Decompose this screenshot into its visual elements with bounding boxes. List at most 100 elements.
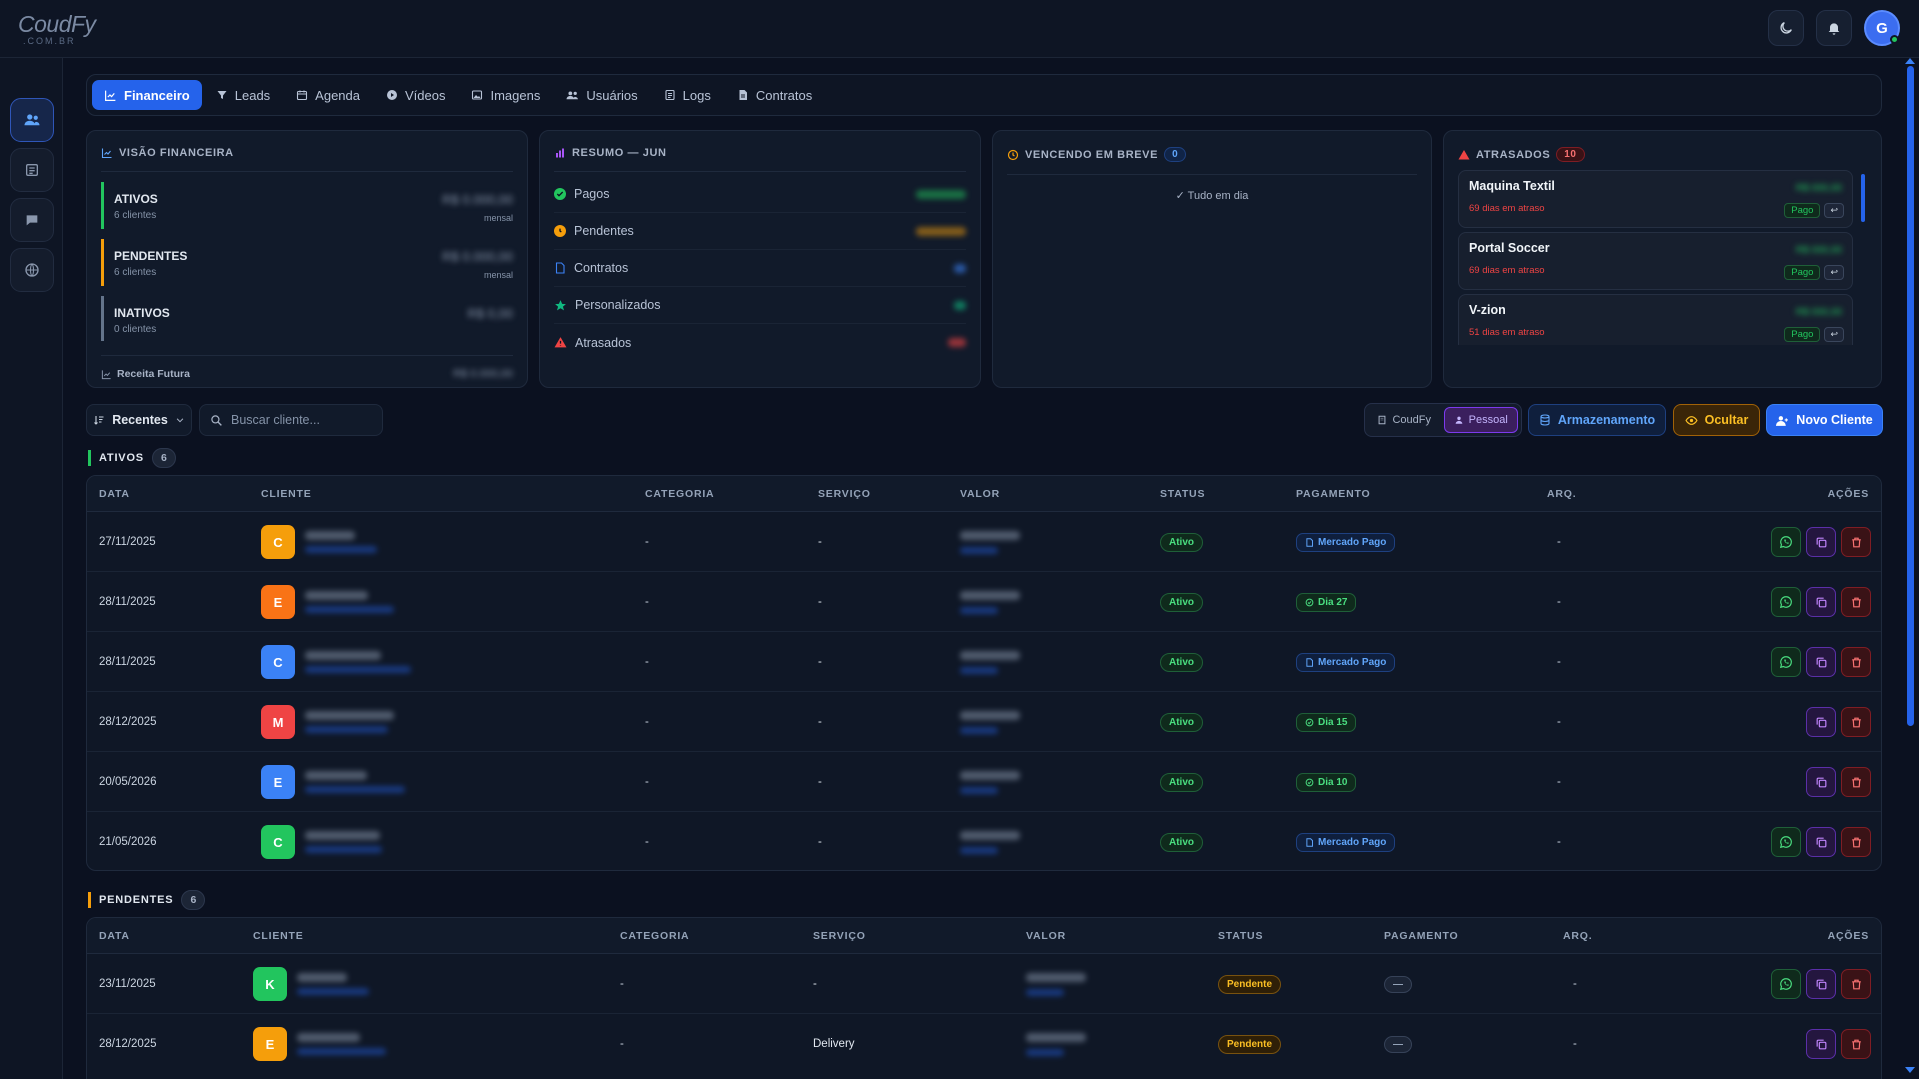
cell-pagamento[interactable]: — bbox=[1384, 1014, 1412, 1074]
col-arquivos[interactable]: ARQ. bbox=[1547, 488, 1576, 500]
storage-button[interactable]: Armazenamento bbox=[1528, 404, 1666, 436]
rail-web-button[interactable] bbox=[10, 248, 54, 292]
whatsapp-button[interactable] bbox=[1771, 827, 1801, 857]
cell-pagamento[interactable]: Mercado Pago bbox=[1296, 512, 1396, 572]
tab-financeiro[interactable]: Financeiro bbox=[92, 80, 202, 110]
late-item[interactable]: V-zion 51 dias em atraso R$ 000,00 Pago ↩ bbox=[1458, 294, 1853, 345]
table-row[interactable]: 21/05/2026 C - - Ativo Mercado Pago - bbox=[87, 812, 1881, 870]
sort-select[interactable]: Recentes bbox=[86, 404, 192, 436]
undo-icon[interactable]: ↩ bbox=[1824, 327, 1844, 342]
col-status[interactable]: STATUS bbox=[1218, 930, 1263, 942]
duplicate-button[interactable] bbox=[1806, 707, 1836, 737]
whatsapp-button[interactable] bbox=[1771, 527, 1801, 557]
table-row[interactable]: 28/12/2025 E - Delivery Pendente — - bbox=[87, 1014, 1881, 1074]
list-scrollbar[interactable] bbox=[1861, 174, 1865, 222]
table-row[interactable]: 23/11/2025 K - - Pendente — - bbox=[87, 954, 1881, 1014]
delete-button[interactable] bbox=[1841, 527, 1871, 557]
duplicate-button[interactable] bbox=[1806, 647, 1836, 677]
whatsapp-button[interactable] bbox=[1771, 647, 1801, 677]
users-icon bbox=[566, 90, 579, 99]
tab-videos[interactable]: Vídeos bbox=[374, 80, 457, 110]
cell-cliente[interactable]: C bbox=[261, 632, 411, 692]
delete-button[interactable] bbox=[1841, 1029, 1871, 1059]
tab-imagens[interactable]: Imagens bbox=[459, 80, 552, 110]
search-input[interactable] bbox=[231, 413, 371, 427]
scrollbar-thumb[interactable] bbox=[1907, 66, 1914, 726]
hide-button[interactable]: Ocultar bbox=[1673, 404, 1760, 436]
theme-toggle-button[interactable] bbox=[1768, 10, 1804, 46]
tab-logs[interactable]: Logs bbox=[652, 80, 723, 110]
tab-contratos[interactable]: Contratos bbox=[725, 80, 824, 110]
tab-agenda[interactable]: Agenda bbox=[284, 80, 372, 110]
col-servico[interactable]: SERVIÇO bbox=[818, 488, 871, 500]
user-avatar[interactable]: G bbox=[1864, 10, 1900, 46]
col-valor[interactable]: VALOR bbox=[1026, 930, 1066, 942]
delete-button[interactable] bbox=[1841, 707, 1871, 737]
cell-cliente[interactable]: C bbox=[261, 512, 377, 572]
duplicate-button[interactable] bbox=[1806, 767, 1836, 797]
undo-icon[interactable]: ↩ bbox=[1824, 265, 1844, 280]
rail-reports-button[interactable] bbox=[10, 148, 54, 192]
scroll-down-icon[interactable] bbox=[1905, 1067, 1915, 1073]
duplicate-button[interactable] bbox=[1806, 587, 1836, 617]
delete-button[interactable] bbox=[1841, 587, 1871, 617]
rail-chat-button[interactable] bbox=[10, 198, 54, 242]
delete-button[interactable] bbox=[1841, 969, 1871, 999]
cell-pagamento[interactable]: Mercado Pago bbox=[1296, 812, 1396, 870]
rail-clients-button[interactable] bbox=[10, 98, 54, 142]
col-data[interactable]: DATA bbox=[99, 930, 130, 942]
cell-pagamento[interactable]: Dia 27 bbox=[1296, 572, 1357, 632]
delete-button[interactable] bbox=[1841, 827, 1871, 857]
col-status[interactable]: STATUS bbox=[1160, 488, 1205, 500]
cell-cliente[interactable]: K bbox=[253, 954, 369, 1014]
new-client-button[interactable]: Novo Cliente bbox=[1766, 404, 1883, 436]
atrasados-list[interactable]: Maquina Textil 69 dias em atraso R$ 000,… bbox=[1458, 170, 1867, 345]
notifications-button[interactable] bbox=[1816, 10, 1852, 46]
col-valor[interactable]: VALOR bbox=[960, 488, 1000, 500]
duplicate-button[interactable] bbox=[1806, 969, 1836, 999]
cell-cliente[interactable]: C bbox=[261, 812, 382, 870]
whatsapp-button[interactable] bbox=[1771, 969, 1801, 999]
cell-cliente[interactable]: E bbox=[261, 752, 405, 812]
brand-logo[interactable]: CoudFy .COM.BR bbox=[18, 12, 96, 46]
table-row[interactable]: 20/05/2026 E - - Ativo Dia 10 - bbox=[87, 752, 1881, 812]
col-categoria[interactable]: CATEGORIA bbox=[645, 488, 714, 500]
table-row[interactable]: 27/11/2025 C - - Ativo Mercado Pago - bbox=[87, 512, 1881, 572]
cell-pagamento[interactable]: Mercado Pago bbox=[1296, 632, 1396, 692]
table-row[interactable]: 28/11/2025 E - - Ativo Dia 27 - bbox=[87, 572, 1881, 632]
whatsapp-button[interactable] bbox=[1771, 587, 1801, 617]
mark-paid-button[interactable]: Pago bbox=[1784, 327, 1821, 342]
col-categoria[interactable]: CATEGORIA bbox=[620, 930, 689, 942]
cell-cliente[interactable]: E bbox=[253, 1014, 386, 1074]
duplicate-button[interactable] bbox=[1806, 1029, 1836, 1059]
table-row[interactable]: 28/12/2025 M - - Ativo Dia 15 - bbox=[87, 692, 1881, 752]
duplicate-button[interactable] bbox=[1806, 527, 1836, 557]
col-servico[interactable]: SERVIÇO bbox=[813, 930, 866, 942]
cell-pagamento[interactable]: Dia 10 bbox=[1296, 752, 1357, 812]
col-pagamento[interactable]: PAGAMENTO bbox=[1296, 488, 1370, 500]
col-pagamento[interactable]: PAGAMENTO bbox=[1384, 930, 1458, 942]
vertical-scrollbar[interactable] bbox=[1901, 58, 1919, 1079]
late-item[interactable]: Portal Soccer 69 dias em atraso R$ 000,0… bbox=[1458, 232, 1853, 290]
segment-coudfy[interactable]: CoudFy bbox=[1368, 407, 1441, 433]
tab-usuarios[interactable]: Usuários bbox=[554, 80, 649, 110]
col-data[interactable]: DATA bbox=[99, 488, 130, 500]
scroll-up-icon[interactable] bbox=[1905, 58, 1915, 64]
table-row[interactable]: 28/11/2025 C - - Ativo Mercado Pago - bbox=[87, 632, 1881, 692]
col-cliente[interactable]: CLIENTE bbox=[253, 930, 304, 942]
tab-leads[interactable]: Leads bbox=[204, 80, 282, 110]
cell-cliente[interactable]: E bbox=[261, 572, 394, 632]
mark-paid-button[interactable]: Pago bbox=[1784, 203, 1821, 218]
segment-pessoal[interactable]: Pessoal bbox=[1443, 407, 1518, 433]
cell-pagamento[interactable]: Dia 15 bbox=[1296, 692, 1357, 752]
delete-button[interactable] bbox=[1841, 767, 1871, 797]
late-item[interactable]: Maquina Textil 69 dias em atraso R$ 000,… bbox=[1458, 170, 1853, 228]
col-arquivos[interactable]: ARQ. bbox=[1563, 930, 1592, 942]
delete-button[interactable] bbox=[1841, 647, 1871, 677]
col-cliente[interactable]: CLIENTE bbox=[261, 488, 312, 500]
mark-paid-button[interactable]: Pago bbox=[1784, 265, 1821, 280]
undo-icon[interactable]: ↩ bbox=[1824, 203, 1844, 218]
cell-pagamento[interactable]: — bbox=[1384, 954, 1412, 1014]
cell-cliente[interactable]: M bbox=[261, 692, 394, 752]
duplicate-button[interactable] bbox=[1806, 827, 1836, 857]
